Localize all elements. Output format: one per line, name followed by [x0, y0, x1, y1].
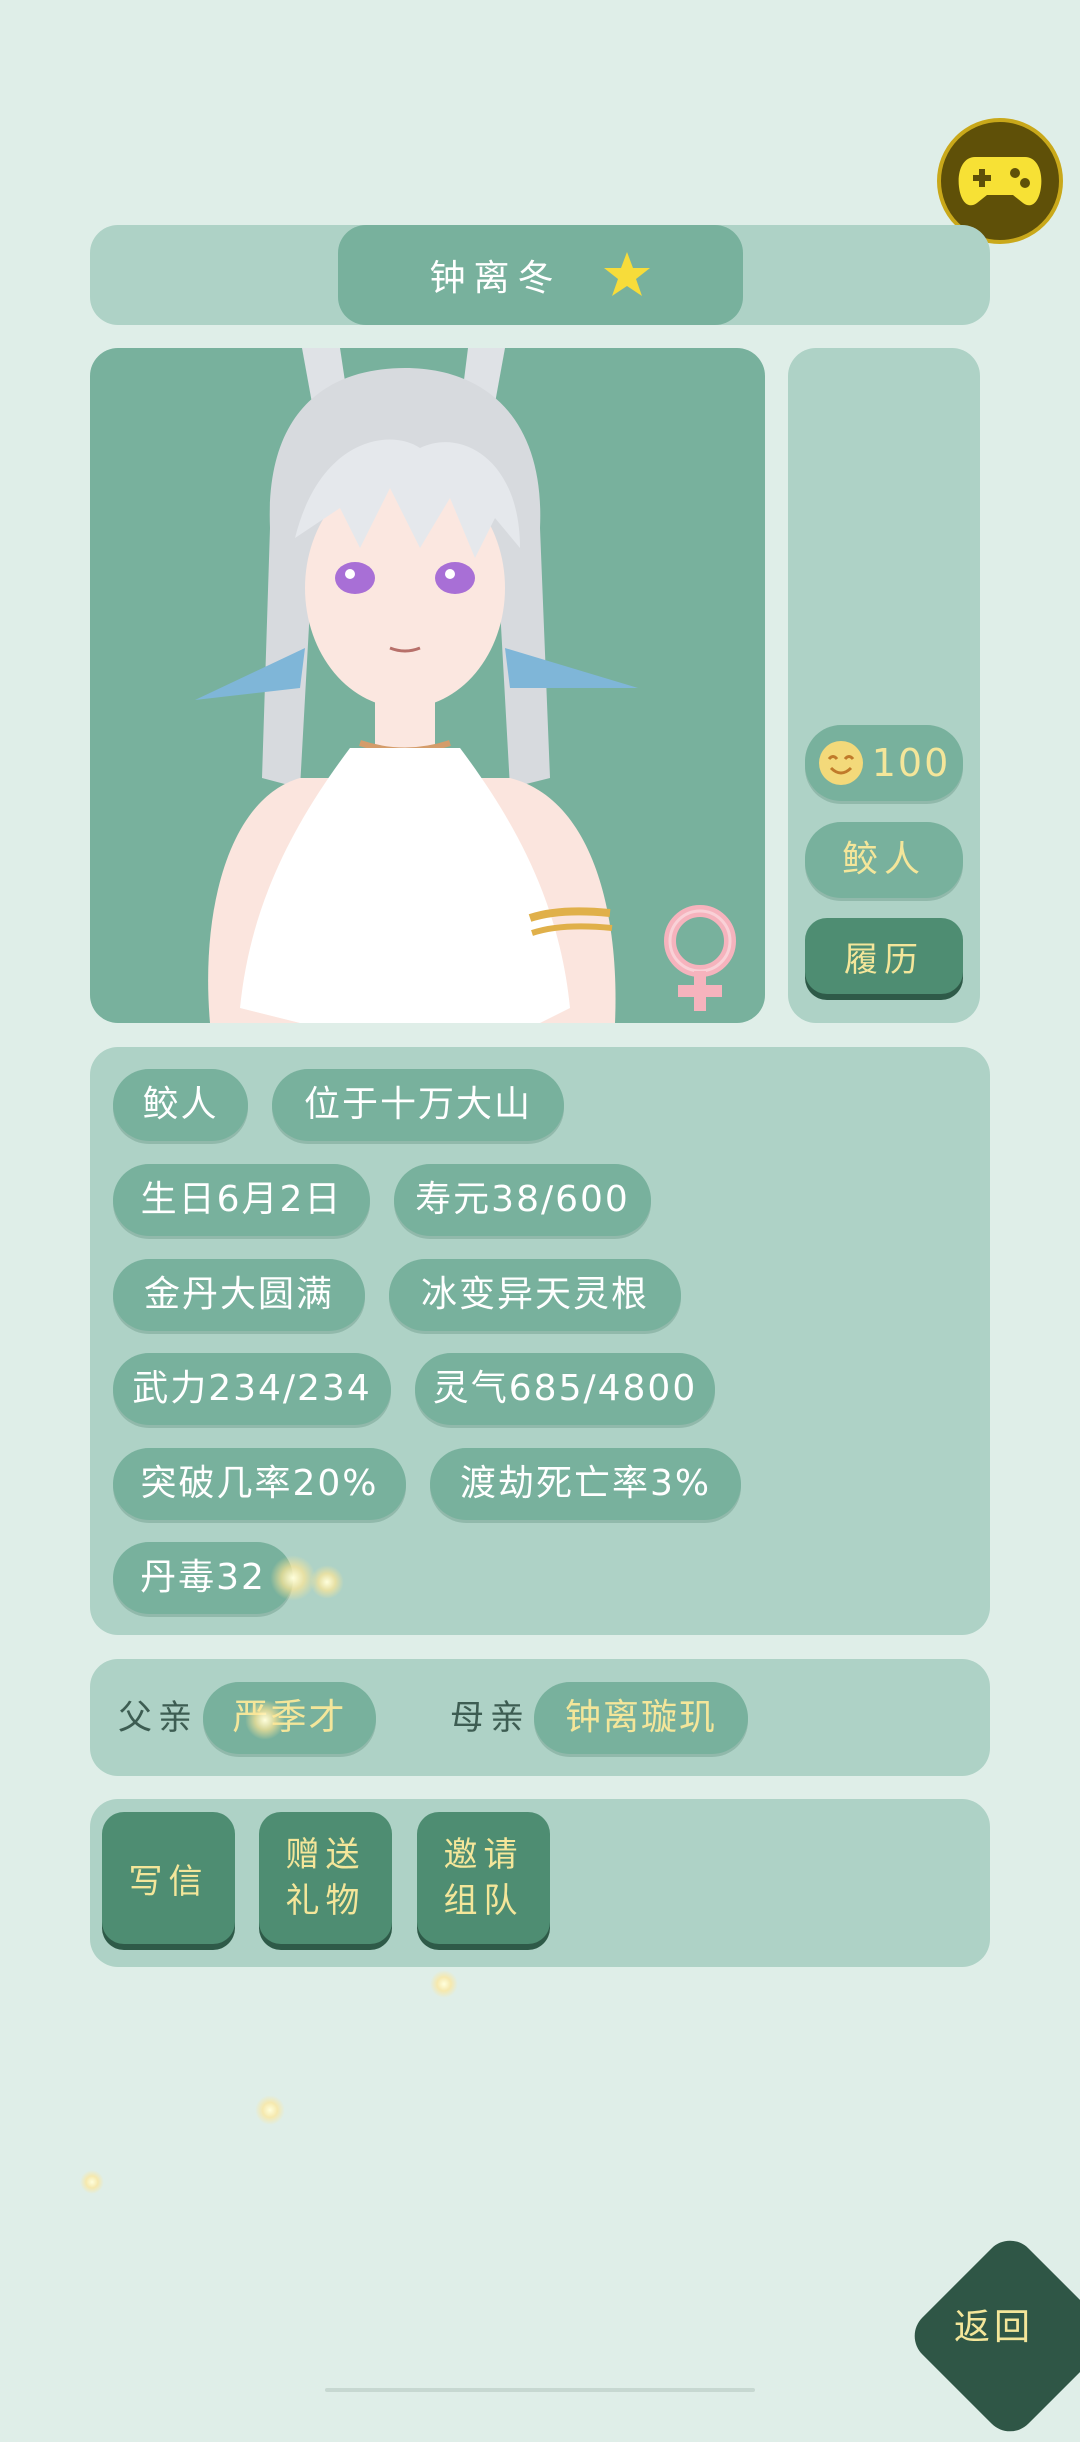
home-indicator [325, 2388, 755, 2392]
mood-indicator: 100 [805, 725, 963, 801]
send-gift-label-line2: 礼物 [285, 1881, 366, 1921]
character-name: 钟离冬 [429, 258, 562, 299]
invite-team-button[interactable]: 邀请 组队 [417, 1812, 550, 1944]
sparkle [255, 2095, 285, 2125]
attr-cultivation: 金丹大圆满 [113, 1259, 365, 1331]
mother-name-button[interactable]: 钟离璇玑 [534, 1682, 748, 1754]
sparkle [430, 1970, 458, 1998]
attr-race: 鲛人 [113, 1069, 248, 1141]
smiling-face-icon [818, 741, 863, 785]
attr-pill-toxicity: 丹毒32 [113, 1542, 293, 1614]
write-letter-button[interactable]: 写信 [102, 1812, 235, 1944]
attr-force: 武力234/234 [113, 1353, 391, 1425]
send-gift-button[interactable]: 赠送 礼物 [259, 1812, 392, 1944]
attr-breakthrough-rate: 突破几率20% [113, 1448, 406, 1520]
mother-label: 母亲 [450, 1698, 530, 1738]
sparkle [80, 2170, 104, 2194]
send-gift-label-line1: 赠送 [285, 1835, 366, 1875]
name-header: 钟离冬 [338, 225, 743, 325]
attr-spirit-root: 冰变异天灵根 [389, 1259, 681, 1331]
race-button[interactable]: 鲛人 [805, 822, 963, 898]
sparkle [270, 1555, 316, 1601]
sparkle [310, 1565, 344, 1599]
father-name-button[interactable]: 严季才 [203, 1682, 376, 1754]
back-button-label: 返回 [954, 2307, 1035, 2348]
invite-label-line1: 邀请 [443, 1835, 524, 1875]
sparkle [245, 1700, 285, 1740]
attr-location: 位于十万大山 [272, 1069, 564, 1141]
back-button[interactable]: 返回 [903, 2229, 1080, 2442]
gamepad-icon [958, 157, 1042, 206]
attr-tribulation-death-rate: 渡劫死亡率3% [430, 1448, 741, 1520]
attr-qi: 灵气685/4800 [415, 1353, 715, 1425]
invite-label-line2: 组队 [443, 1881, 524, 1921]
female-symbol-icon [664, 905, 736, 1011]
history-button[interactable]: 履历 [805, 918, 963, 994]
character-portrait [90, 348, 765, 1023]
attr-birthday: 生日6月2日 [113, 1164, 370, 1236]
father-label: 父亲 [118, 1698, 198, 1738]
write-letter-label: 写信 [128, 1861, 209, 1902]
star-icon [603, 252, 650, 296]
mood-value: 100 [871, 741, 951, 785]
attr-lifespan: 寿元38/600 [394, 1164, 651, 1236]
